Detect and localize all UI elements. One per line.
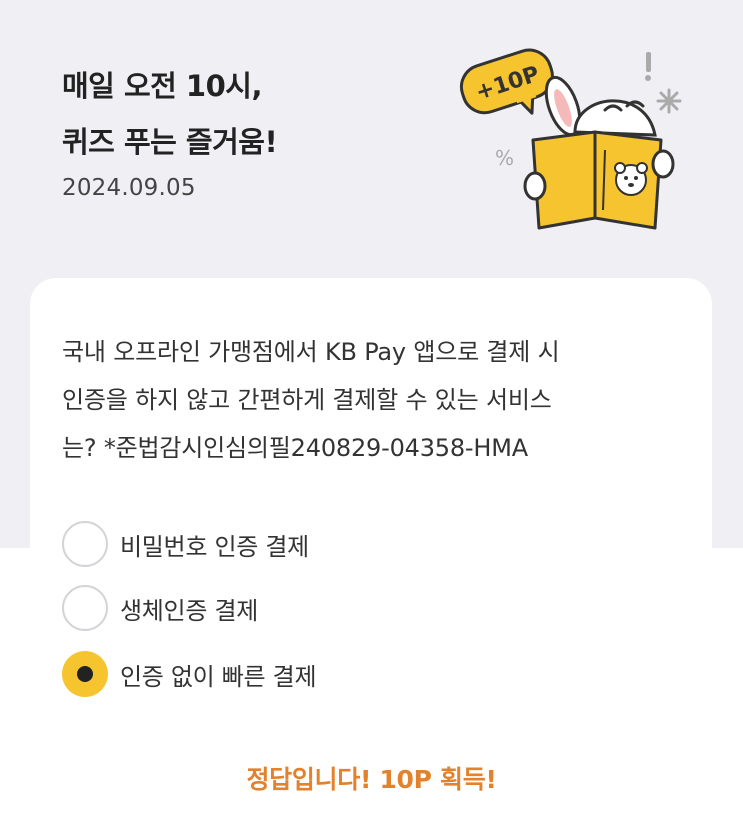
answer-option-3[interactable]: 인증 없이 빠른 결제 xyxy=(62,650,317,698)
title-line-2: 퀴즈 푸는 즐거움! xyxy=(62,125,278,159)
rabbit-reading-book-icon: +10P % xyxy=(459,48,682,230)
radio-selected-icon[interactable] xyxy=(62,651,108,697)
quiz-date: 2024.09.05 xyxy=(62,175,196,201)
question-line: 인증을 하지 않고 간편하게 결제할 수 있는 서비스 xyxy=(62,386,552,414)
svg-text:%: % xyxy=(495,146,514,170)
page-title: 매일 오전 10시, 퀴즈 푸는 즐거움! xyxy=(62,58,278,170)
answer-option-1[interactable]: 비밀번호 인증 결제 xyxy=(62,520,309,568)
quiz-question: 국내 오프라인 가맹점에서 KB Pay 앱으로 결제 시 인증을 하지 않고 … xyxy=(62,328,672,472)
answer-option-2[interactable]: 생체인증 결제 xyxy=(62,584,258,632)
result-message: 정답입니다! 10P 획득! xyxy=(246,765,497,794)
radio-empty-icon[interactable] xyxy=(62,521,108,567)
radio-empty-icon[interactable] xyxy=(62,585,108,631)
answer-option-label: 비밀번호 인증 결제 xyxy=(120,532,309,561)
title-line-1: 매일 오전 10시, xyxy=(62,69,262,103)
question-line: 는? *준법감시인심의필240829-04358-HMA xyxy=(62,434,528,462)
answer-option-label: 인증 없이 빠른 결제 xyxy=(120,662,317,691)
question-line: 국내 오프라인 가맹점에서 KB Pay 앱으로 결제 시 xyxy=(62,338,560,366)
answer-option-label: 생체인증 결제 xyxy=(120,596,259,625)
